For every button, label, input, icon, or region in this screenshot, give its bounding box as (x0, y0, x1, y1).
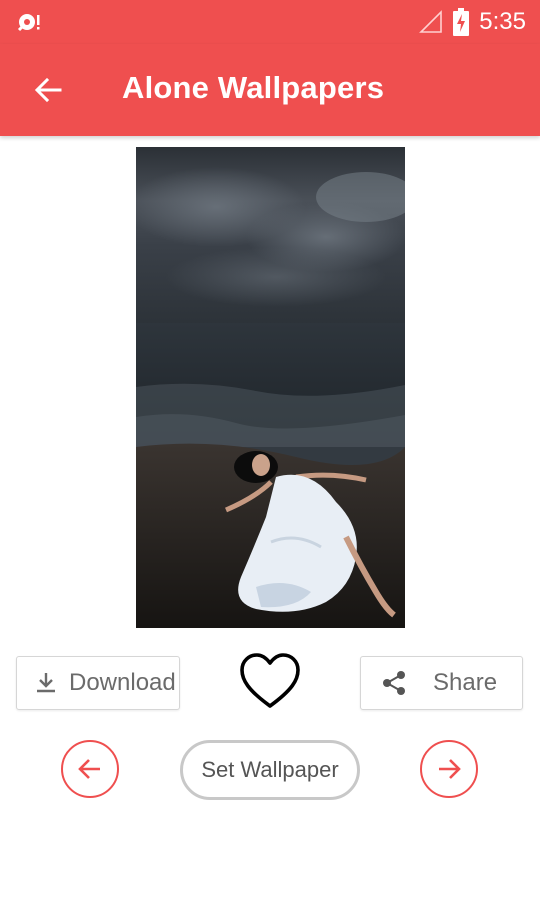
share-icon (383, 671, 405, 695)
battery-charging-icon (453, 8, 470, 36)
status-right: 5:35 (419, 7, 526, 37)
download-button[interactable]: Download (16, 656, 180, 710)
wallpaper-photo (136, 147, 405, 628)
download-icon (37, 673, 55, 693)
status-bar: 5:35 (0, 0, 540, 44)
app-bar: Alone Wallpapers (0, 44, 540, 136)
notification-icon (17, 14, 40, 32)
next-button[interactable] (420, 740, 478, 798)
wallpaper-image (136, 147, 405, 628)
signal-icon (419, 10, 443, 33)
heart-icon[interactable] (238, 650, 302, 714)
status-time: 5:35 (479, 8, 526, 35)
share-label: Share (433, 669, 498, 696)
page-title: Alone Wallpapers (122, 70, 385, 105)
share-button[interactable]: Share (360, 656, 523, 710)
back-arrow-icon[interactable] (32, 74, 64, 106)
arrow-right-icon (439, 759, 461, 779)
set-wallpaper-button[interactable]: Set Wallpaper (180, 740, 360, 800)
download-label: Download (69, 669, 176, 696)
previous-button[interactable] (61, 740, 119, 798)
arrow-left-icon (78, 759, 100, 779)
